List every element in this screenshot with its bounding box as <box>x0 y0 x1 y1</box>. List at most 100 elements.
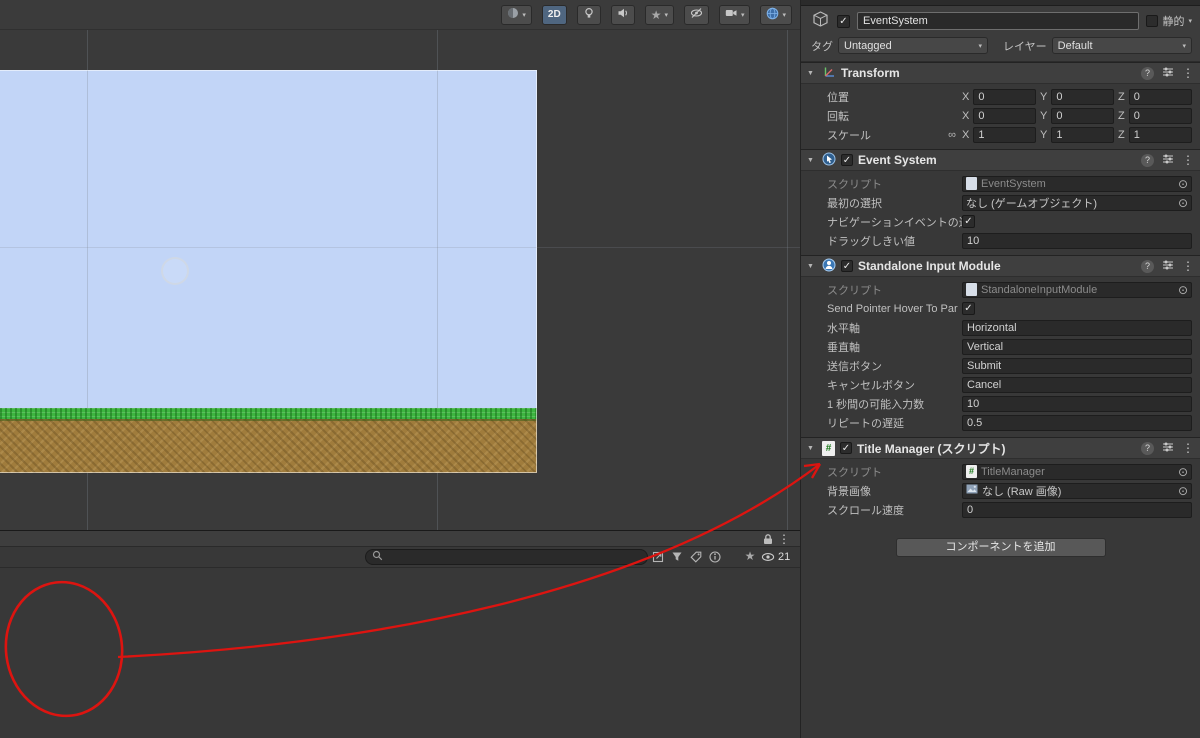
tag-dropdown[interactable]: Untagged ▾ <box>838 37 988 54</box>
more-menu-icon[interactable]: ⋮ <box>1182 441 1194 455</box>
title-manager-header[interactable]: ▼ # ✓ Title Manager (スクリプト) ? ⋮ <box>801 438 1200 459</box>
script-object-field[interactable]: StandaloneInputModule ⊙ <box>962 281 1192 298</box>
transform-icon <box>822 65 836 82</box>
2d-label: 2D <box>547 9 561 20</box>
search-input[interactable] <box>387 551 641 563</box>
shading-mode-button[interactable]: ▾ <box>501 4 532 25</box>
scale-x-field[interactable] <box>973 126 1036 143</box>
cancel-button-field[interactable] <box>962 376 1192 393</box>
open-asset-icon[interactable] <box>650 550 666 564</box>
rotation-z-field[interactable] <box>1128 107 1192 124</box>
object-picker-icon[interactable]: ⊙ <box>1178 284 1188 296</box>
label-filter-icon[interactable] <box>688 550 704 564</box>
drag-threshold-field[interactable] <box>962 232 1192 249</box>
enabled-checkbox[interactable]: ✓ <box>840 442 852 454</box>
script-object-field[interactable]: # TitleManager ⊙ <box>962 463 1192 480</box>
horizontal-axis-field[interactable] <box>962 319 1192 336</box>
gameobject-name-field[interactable] <box>857 12 1140 30</box>
object-picker-icon[interactable]: ⊙ <box>1178 466 1188 478</box>
more-menu-icon[interactable]: ⋮ <box>1182 66 1194 80</box>
vertical-axis-field[interactable] <box>962 338 1192 355</box>
help-icon[interactable]: ? <box>1141 259 1154 273</box>
search-field[interactable] <box>365 549 648 565</box>
submit-button-field[interactable] <box>962 357 1192 374</box>
scale-y-field[interactable] <box>1051 126 1114 143</box>
panel-menu-icon[interactable]: ⋮ <box>778 532 790 546</box>
visibility-eye-icon[interactable] <box>760 550 776 564</box>
scene-audio-button[interactable] <box>610 4 635 25</box>
object-picker-icon[interactable]: ⊙ <box>1178 485 1188 497</box>
2d-mode-button[interactable]: 2D <box>541 4 567 25</box>
position-y-field[interactable] <box>1051 88 1114 105</box>
position-x-field[interactable] <box>973 88 1036 105</box>
add-component-button[interactable]: コンポーネントを追加 <box>895 538 1106 557</box>
scroll-speed-field[interactable] <box>962 501 1192 518</box>
scale-z-field[interactable] <box>1128 126 1192 143</box>
background-image-object-field[interactable]: なし (Raw 画像) ⊙ <box>962 482 1192 499</box>
gameobject-cube-icon[interactable] <box>811 10 830 32</box>
scale-row: スケール ∞ X Y Z <box>807 125 1192 144</box>
gizmo-globe-icon <box>766 7 779 23</box>
property-label: ナビゲーションイベントの送信 <box>827 216 962 229</box>
script-row: スクリプト EventSystem ⊙ <box>807 174 1192 193</box>
preset-icon[interactable] <box>1162 66 1174 81</box>
send-pointer-hover-checkbox[interactable]: ✓ <box>962 302 975 315</box>
hidden-objects-button[interactable] <box>683 4 709 25</box>
scene-effects-button[interactable]: ★ ▾ <box>644 4 674 25</box>
component-title: Title Manager (スクリプト) <box>857 441 1006 456</box>
foldout-arrow-icon[interactable]: ▼ <box>807 445 817 452</box>
layer-dropdown[interactable]: Default ▾ <box>1051 37 1192 54</box>
static-dropdown-icon[interactable]: ▾ <box>1188 17 1192 25</box>
layer-label: レイヤー <box>1003 40 1047 53</box>
help-icon[interactable]: ? <box>1141 66 1154 80</box>
chevron-down-icon: ▾ <box>740 11 745 19</box>
foldout-arrow-icon[interactable]: ▼ <box>807 263 817 270</box>
search-filter-icon[interactable] <box>669 550 685 564</box>
script-row: スクリプト StandaloneInputModule ⊙ <box>807 280 1192 299</box>
enabled-checkbox[interactable]: ✓ <box>841 260 853 272</box>
script-icon <box>966 177 977 190</box>
transform-component: ▼ Transform ? ⋮ 位置 X Y <box>801 62 1200 149</box>
rotation-y-field[interactable] <box>1051 107 1114 124</box>
static-checkbox[interactable] <box>1146 15 1159 27</box>
input-actions-per-second-field[interactable] <box>962 395 1192 412</box>
foldout-arrow-icon[interactable]: ▼ <box>807 70 817 77</box>
event-system-header[interactable]: ▼ ✓ Event System ? ⋮ <box>801 150 1200 171</box>
transform-header[interactable]: ▼ Transform ? ⋮ <box>801 63 1200 84</box>
active-checkbox[interactable]: ✓ <box>837 14 850 28</box>
constrain-proportions-icon[interactable]: ∞ <box>948 129 956 141</box>
chevron-down-icon: ▾ <box>782 11 786 19</box>
preset-icon[interactable] <box>1162 153 1174 168</box>
scene-lighting-button[interactable] <box>576 4 601 25</box>
z-label: Z <box>1118 109 1125 122</box>
more-menu-icon[interactable]: ⋮ <box>1182 153 1194 167</box>
script-object-field[interactable]: EventSystem ⊙ <box>962 175 1192 192</box>
gizmos-button[interactable]: ▾ <box>760 4 792 25</box>
first-selected-object-field[interactable]: なし (ゲームオブジェクト) ⊙ <box>962 194 1192 211</box>
rotation-x-field[interactable] <box>973 107 1036 124</box>
x-label: X <box>962 109 970 122</box>
enabled-checkbox[interactable]: ✓ <box>841 154 853 166</box>
help-icon[interactable]: ? <box>1141 153 1154 167</box>
object-picker-icon[interactable]: ⊙ <box>1178 197 1188 209</box>
preset-icon[interactable] <box>1162 441 1174 456</box>
send-navigation-checkbox[interactable]: ✓ <box>962 215 975 228</box>
property-label: リピートの遅延 <box>827 417 904 430</box>
preset-icon[interactable] <box>1162 259 1174 274</box>
object-picker-icon[interactable]: ⊙ <box>1178 178 1188 190</box>
scene-camera-button[interactable]: ▾ <box>718 4 751 25</box>
project-content[interactable]: # TitleManager <box>0 568 800 738</box>
position-z-field[interactable] <box>1128 88 1192 105</box>
info-icon[interactable] <box>707 550 723 564</box>
scene-gizmo-handle[interactable] <box>161 257 189 285</box>
more-menu-icon[interactable]: ⋮ <box>1182 259 1194 273</box>
repeat-delay-field[interactable] <box>962 414 1192 431</box>
standalone-input-module-header[interactable]: ▼ ✓ Standalone Input Module ? ⋮ <box>801 256 1200 277</box>
chevron-down-icon: ▾ <box>1182 42 1186 50</box>
scene-viewport[interactable] <box>0 30 800 530</box>
help-icon[interactable]: ? <box>1141 441 1154 455</box>
lock-icon[interactable] <box>762 533 774 548</box>
input-actions-per-second-row: 1 秒間の可能入力数 <box>807 394 1192 413</box>
foldout-arrow-icon[interactable]: ▼ <box>807 157 817 164</box>
favorite-star-icon[interactable]: ★ <box>742 549 758 563</box>
